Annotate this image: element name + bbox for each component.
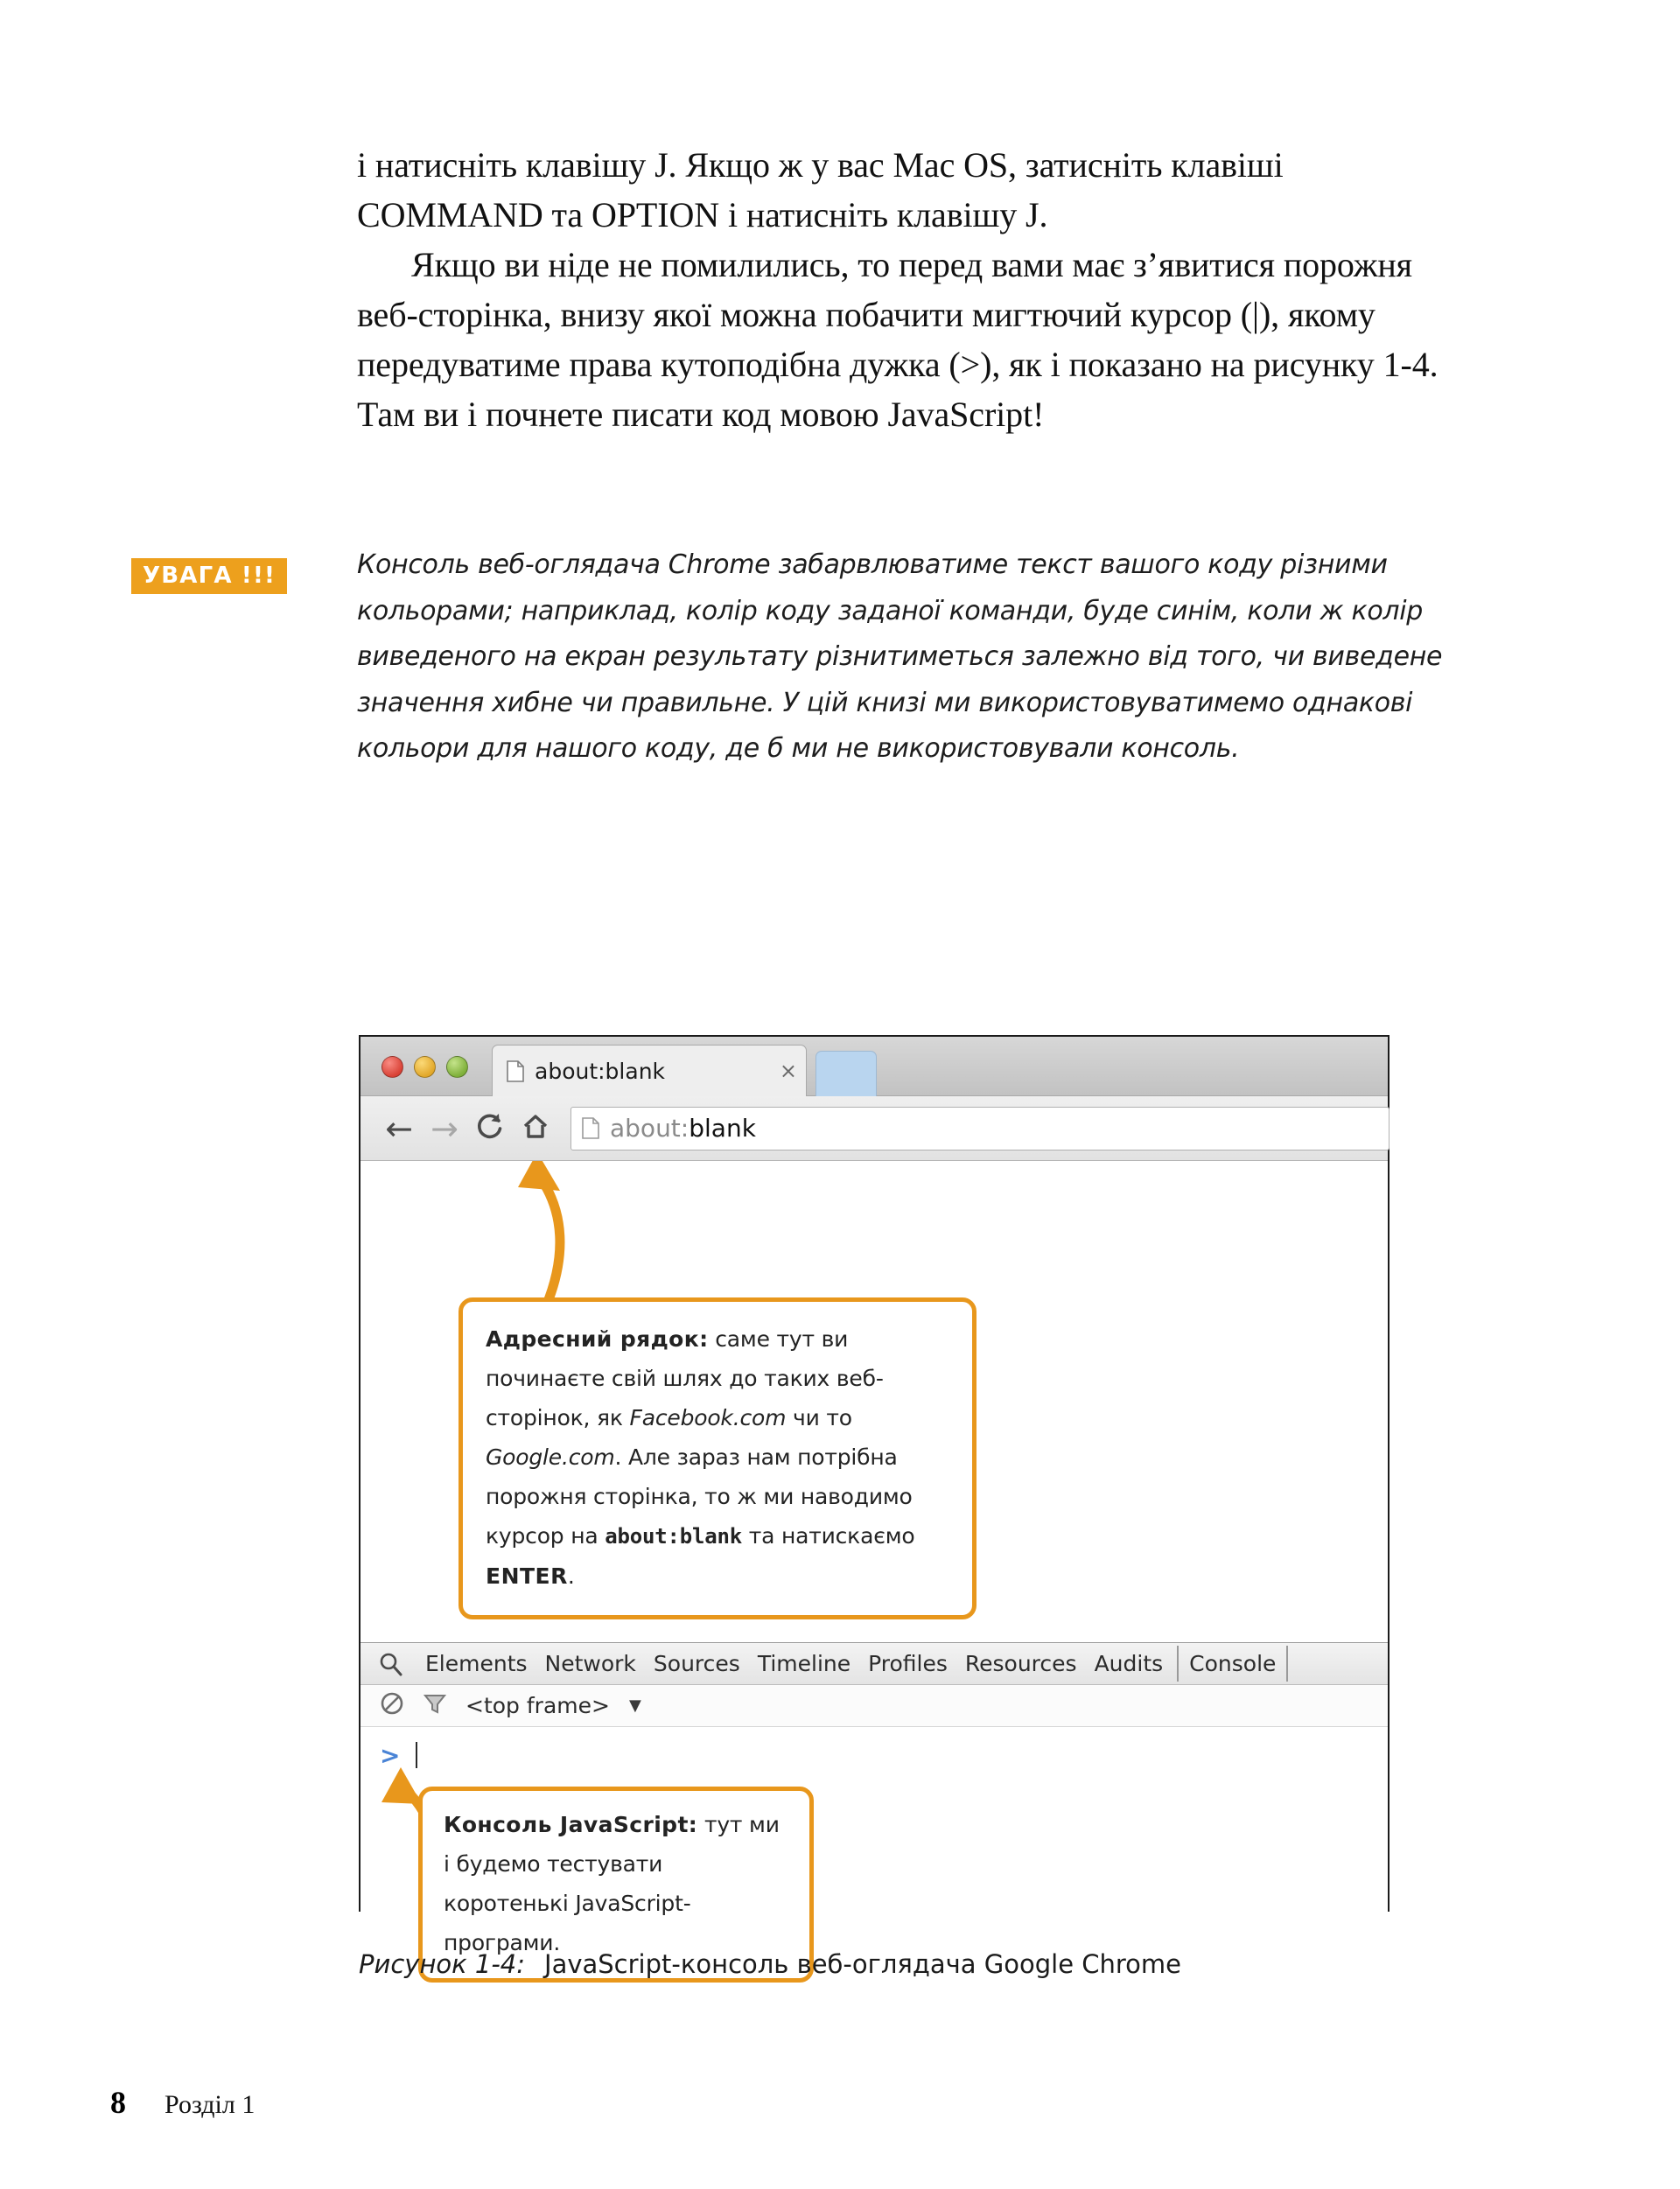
devtools-filter-bar: <top frame> ▼ bbox=[360, 1685, 1388, 1727]
chevron-down-icon[interactable]: ▼ bbox=[629, 1696, 641, 1715]
warning-badge: УВАГА !!! bbox=[131, 558, 288, 594]
console-prompt-row[interactable]: > bbox=[380, 1738, 1388, 1773]
devtools-tab-resources[interactable]: Resources bbox=[965, 1651, 1077, 1676]
page-footer: 8 Розділ 1 bbox=[110, 2084, 255, 2121]
forward-icon[interactable]: → bbox=[422, 1112, 467, 1145]
callout-javascript-console-text: Консоль JavaScript: тут ми і будемо тест… bbox=[444, 1805, 790, 1962]
body-text-column: і натисніть клавішу J. Якщо ж у вас Mac … bbox=[357, 140, 1446, 439]
url-prefix: about: bbox=[610, 1114, 690, 1143]
paragraph-2: Якщо ви ніде не помилились, то перед вам… bbox=[357, 245, 1438, 434]
url-suffix: blank bbox=[689, 1114, 756, 1143]
devtools-panel: Elements Network Sources Timeline Profil… bbox=[360, 1642, 1388, 1983]
close-window-button[interactable] bbox=[382, 1056, 403, 1078]
paragraph-1: і натисніть клавішу J. Якщо ж у вас Mac … bbox=[357, 145, 1284, 234]
callout-key-enter: ENTER bbox=[486, 1563, 568, 1589]
arrow-to-address-bar-icon bbox=[518, 1161, 565, 1311]
execution-context-label[interactable]: <top frame> bbox=[466, 1693, 610, 1718]
callout-address-bar-lead: Адресний рядок: bbox=[486, 1326, 709, 1352]
page-icon bbox=[582, 1117, 599, 1139]
funnel-icon[interactable] bbox=[423, 1692, 447, 1719]
new-tab-button[interactable] bbox=[816, 1051, 877, 1096]
browser-title-bar: about:blank × bbox=[360, 1037, 1388, 1096]
figure-caption: Рисунок 1-4: JavaScript-консоль веб-огляд… bbox=[359, 1949, 1181, 1979]
devtools-tab-profiles[interactable]: Profiles bbox=[868, 1651, 948, 1676]
window-controls[interactable] bbox=[382, 1056, 468, 1078]
callout-text-part-5: . bbox=[567, 1563, 575, 1589]
browser-tab-about-blank[interactable]: about:blank × bbox=[492, 1045, 807, 1096]
book-page: і натисніть клавішу J. Якщо ж у вас Mac … bbox=[0, 0, 1680, 2189]
callout-mono-about-blank: about:blank bbox=[605, 1524, 742, 1549]
browser-viewport: Адресний рядок: саме тут ви починаєте св… bbox=[360, 1161, 1388, 1642]
devtools-tab-network[interactable]: Network bbox=[545, 1651, 636, 1676]
chapter-label: Розділ 1 bbox=[164, 2090, 256, 2119]
figure-browser-screenshot: about:blank × ← → about:blank Адресний р… bbox=[359, 1035, 1390, 1983]
devtools-tab-bar: Elements Network Sources Timeline Profil… bbox=[360, 1643, 1388, 1685]
figure-caption-text: JavaScript-консоль веб-оглядача Google C… bbox=[544, 1949, 1182, 1979]
callout-text-part-2: чи то bbox=[786, 1405, 852, 1430]
address-bar-value: about:blank bbox=[610, 1114, 756, 1143]
callout-text-part-4: та натискаємо bbox=[741, 1523, 915, 1549]
devtools-tab-sources[interactable]: Sources bbox=[654, 1651, 740, 1676]
callout-address-bar: Адресний рядок: саме тут ви починаєте св… bbox=[458, 1297, 976, 1619]
no-entry-icon[interactable] bbox=[380, 1691, 404, 1720]
page-number: 8 bbox=[110, 2085, 126, 2120]
devtools-tab-timeline[interactable]: Timeline bbox=[758, 1651, 850, 1676]
address-bar[interactable]: about:blank bbox=[570, 1106, 1390, 1150]
devtools-console-area[interactable]: > Консоль JavaScript: тут ми і будемо те… bbox=[360, 1727, 1388, 1983]
callout-emphasis-facebook: Facebook.com bbox=[629, 1405, 787, 1430]
callout-emphasis-google: Google.com bbox=[486, 1444, 615, 1470]
minimize-window-button[interactable] bbox=[414, 1056, 436, 1078]
devtools-tab-console[interactable]: Console bbox=[1177, 1646, 1289, 1682]
warning-text: Консоль веб-оглядача Chrome забарвлювати… bbox=[357, 549, 1443, 764]
page-icon bbox=[507, 1060, 524, 1082]
callout-address-bar-text: Адресний рядок: саме тут ви починаєте св… bbox=[486, 1319, 951, 1596]
reload-icon[interactable] bbox=[467, 1111, 513, 1146]
search-icon[interactable] bbox=[378, 1652, 402, 1676]
tab-title: about:blank bbox=[535, 1058, 666, 1084]
callout-javascript-console-lead: Консоль JavaScript: bbox=[444, 1812, 698, 1837]
devtools-tab-elements[interactable]: Elements bbox=[425, 1651, 528, 1676]
figure-caption-number: Рисунок 1-4: bbox=[359, 1949, 526, 1979]
back-icon[interactable]: ← bbox=[376, 1112, 422, 1145]
close-icon[interactable]: × bbox=[780, 1059, 797, 1083]
devtools-tab-audits[interactable]: Audits bbox=[1095, 1651, 1164, 1676]
home-icon[interactable] bbox=[513, 1112, 558, 1145]
zoom-window-button[interactable] bbox=[446, 1056, 468, 1078]
browser-toolbar: ← → about:blank bbox=[360, 1096, 1390, 1161]
